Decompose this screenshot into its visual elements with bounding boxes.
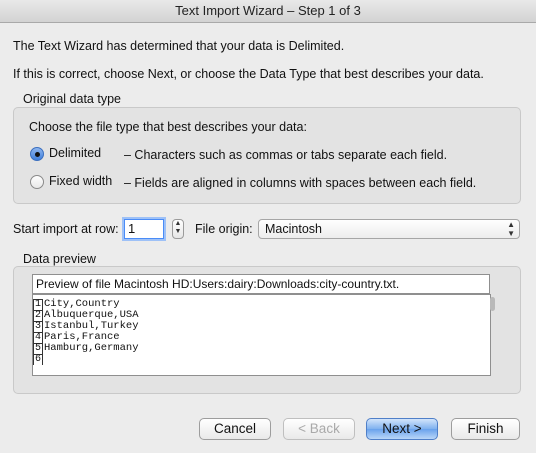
next-button[interactable]: Next > [366, 418, 438, 440]
stepper-down-icon[interactable]: ▼ [173, 228, 183, 236]
preview-row: 6 [33, 354, 43, 365]
preview-row: 5 Hamburg,Germany [33, 342, 139, 354]
delimited-description: – Characters such as commas or tabs sepa… [124, 148, 448, 162]
file-type-prompt: Choose the file type that best describes… [29, 120, 307, 134]
delimited-radio[interactable] [30, 147, 44, 161]
file-origin-value: Macintosh [265, 222, 322, 236]
intro-line-2: If this is correct, choose Next, or choo… [13, 67, 484, 81]
stepper-up-icon[interactable]: ▲ [173, 220, 183, 228]
select-arrows-icon: ▲ ▼ [507, 220, 515, 238]
delimited-label[interactable]: Delimited [49, 146, 101, 160]
intro-line-1: The Text Wizard has determined that your… [13, 39, 345, 53]
file-origin-select[interactable]: Macintosh ▲ ▼ [258, 219, 520, 239]
file-origin-label: File origin: [195, 222, 253, 236]
data-preview-group: Preview of file Macintosh HD:Users:dairy… [13, 266, 521, 394]
finish-button[interactable]: Finish [451, 418, 520, 440]
original-data-type-group: Choose the file type that best describes… [13, 107, 521, 204]
preview-file-header: Preview of file Macintosh HD:Users:dairy… [32, 274, 490, 294]
fixed-width-label[interactable]: Fixed width [49, 174, 112, 188]
data-preview-legend: Data preview [23, 252, 96, 266]
cancel-button[interactable]: Cancel [199, 418, 271, 440]
original-data-type-legend: Original data type [23, 92, 121, 106]
fixed-width-radio[interactable] [30, 175, 44, 189]
preview-content[interactable]: 1 City,Country 2 Albuquerque,USA 3 Istanbul… [32, 294, 491, 376]
start-row-stepper[interactable]: ▲ ▼ [172, 219, 184, 239]
preview-scroll-thumb[interactable] [490, 297, 495, 311]
back-button[interactable]: < Back [283, 418, 355, 440]
start-import-label: Start import at row: [13, 222, 119, 236]
window-title: Text Import Wizard – Step 1 of 3 [0, 0, 536, 23]
start-row-input[interactable]: 1 [124, 219, 164, 239]
fixed-width-description: – Fields are aligned in columns with spa… [124, 176, 477, 190]
